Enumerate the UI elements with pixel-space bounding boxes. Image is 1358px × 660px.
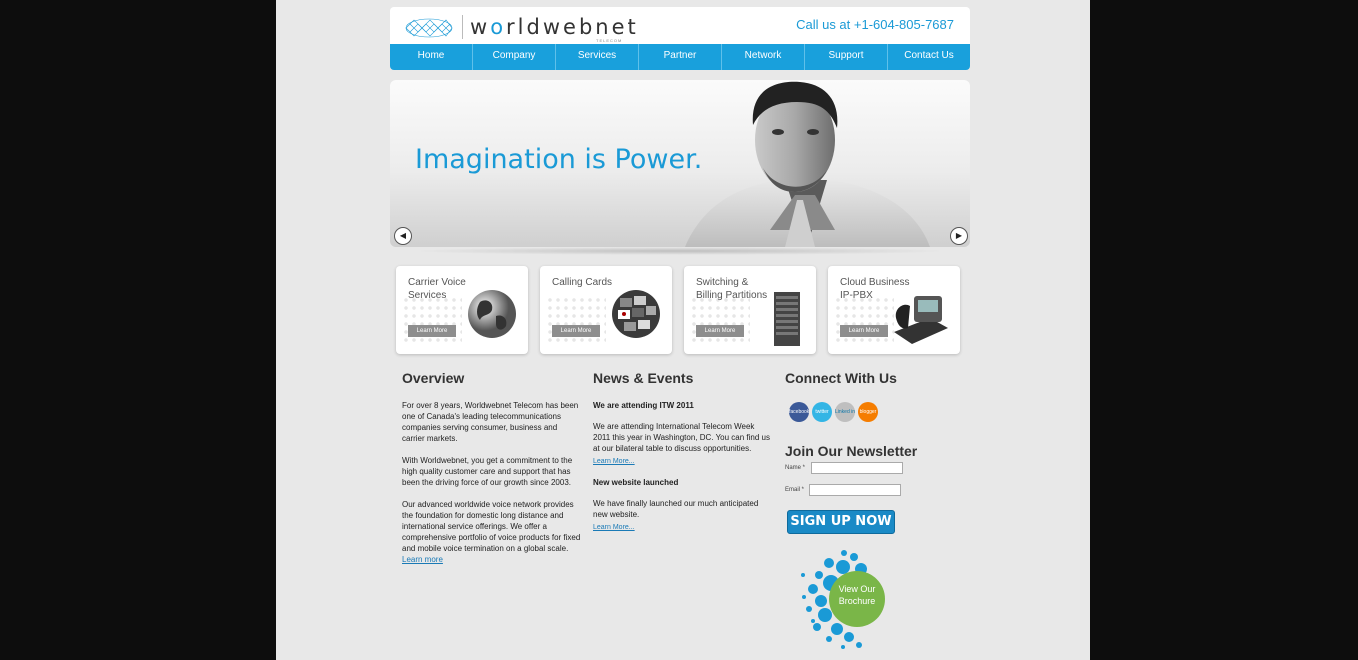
overview-paragraph: For over 8 years, Worldwebnet Telecom ha…	[402, 401, 579, 443]
view-brochure-button[interactable]: View Our Brochure	[799, 545, 889, 650]
decorative-dots	[690, 296, 750, 346]
service-boxes: Carrier Voice Services Learn More Callin…	[396, 266, 964, 354]
news-item-link-row: Learn More...	[593, 522, 773, 533]
nav-home[interactable]: Home	[390, 44, 473, 70]
news-learn-more-link[interactable]: Learn More...	[593, 524, 635, 531]
overview-section: Overview For over 8 years, Worldwebnet T…	[402, 370, 582, 565]
service-switching-billing[interactable]: Switching & Billing Partitions Learn Mor…	[684, 266, 816, 354]
decorative-dots	[546, 296, 606, 346]
news-item-body: We are attending International Telecom W…	[593, 422, 770, 453]
news-item-link-row: Learn More...	[593, 456, 773, 467]
email-input[interactable]	[809, 484, 901, 496]
hero-banner: Imagination is Power. ◀ ▶	[390, 80, 970, 247]
decorative-dots	[834, 296, 894, 346]
nav-partner[interactable]: Partner	[639, 44, 722, 70]
service-cloud-pbx[interactable]: Cloud Business IP-PBX Learn More	[828, 266, 960, 354]
twitter-icon[interactable]: twitter	[812, 402, 832, 422]
nav-support[interactable]: Support	[805, 44, 888, 70]
name-field-row: Name *	[785, 462, 903, 474]
hero-title: Imagination is Power.	[415, 144, 703, 175]
news-item-title: New website launched	[593, 478, 679, 487]
email-label: Email *	[785, 487, 805, 493]
page: worldwebnet TELECOM Call us at +1-604-80…	[276, 0, 1090, 660]
nav-contact-us[interactable]: Contact Us	[888, 44, 970, 70]
header: worldwebnet TELECOM Call us at +1-604-80…	[390, 7, 970, 44]
overview-heading: Overview	[402, 370, 465, 386]
logo-divider	[462, 15, 463, 39]
news-learn-more-link[interactable]: Learn More...	[593, 458, 635, 465]
social-links: facebook twitter Linked in blogger	[789, 402, 878, 422]
news-item-title: We are attending ITW 2011	[593, 401, 694, 410]
logo-wordmark: worldwebnet	[470, 15, 639, 39]
learn-more-button[interactable]: Learn More	[408, 325, 456, 337]
name-input[interactable]	[811, 462, 903, 474]
learn-more-button[interactable]: Learn More	[840, 325, 888, 337]
linkedin-icon[interactable]: Linked in	[835, 402, 855, 422]
brochure-label: View Our Brochure	[838, 584, 876, 606]
hero-person-image	[685, 81, 930, 247]
nav-network[interactable]: Network	[722, 44, 805, 70]
globe-icon	[468, 290, 516, 338]
sign-up-button[interactable]: SIGN UP NOW	[787, 510, 895, 534]
learn-more-button[interactable]: Learn More	[696, 325, 744, 337]
decorative-dots	[402, 296, 462, 346]
overview-learn-more-link[interactable]: Learn more	[402, 555, 443, 564]
nav-services[interactable]: Services	[556, 44, 639, 70]
slider-prev-button[interactable]: ◀	[394, 227, 412, 245]
news-item-body: We have finally launched our much antici…	[593, 499, 759, 519]
name-label: Name *	[785, 465, 806, 471]
server-rack-icon	[774, 292, 800, 346]
overview-paragraph: Our advanced worldwide voice network pro…	[402, 500, 581, 564]
email-field-row: Email *	[785, 484, 901, 496]
ip-phone-icon	[894, 296, 948, 344]
newsletter-heading: Join Our Newsletter	[785, 443, 918, 459]
main-nav: Home Company Services Partner Network Su…	[390, 44, 970, 70]
connect-section: Connect With Us facebook twitter Linked …	[785, 370, 970, 660]
slider-next-button[interactable]: ▶	[950, 227, 968, 245]
hero-shadow	[410, 247, 950, 255]
blogger-icon[interactable]: blogger	[858, 402, 878, 422]
nav-company[interactable]: Company	[473, 44, 556, 70]
logo[interactable]: worldwebnet TELECOM	[400, 13, 636, 43]
connect-heading: Connect With Us	[785, 370, 897, 386]
news-heading: News & Events	[593, 370, 694, 386]
flag-globe-icon	[612, 290, 660, 338]
news-section: News & Events We are attending ITW 2011 …	[593, 370, 773, 533]
phone-number[interactable]: Call us at +1-604-805-7687	[796, 17, 954, 32]
learn-more-button[interactable]: Learn More	[552, 325, 600, 337]
logo-subtitle: TELECOM	[596, 38, 623, 43]
service-calling-cards[interactable]: Calling Cards Learn More	[540, 266, 672, 354]
service-carrier-voice[interactable]: Carrier Voice Services Learn More	[396, 266, 528, 354]
overview-paragraph: With Worldwebnet, you get a commitment t…	[402, 456, 573, 487]
facebook-icon[interactable]: facebook	[789, 402, 809, 422]
globe-mesh-icon	[405, 18, 453, 38]
